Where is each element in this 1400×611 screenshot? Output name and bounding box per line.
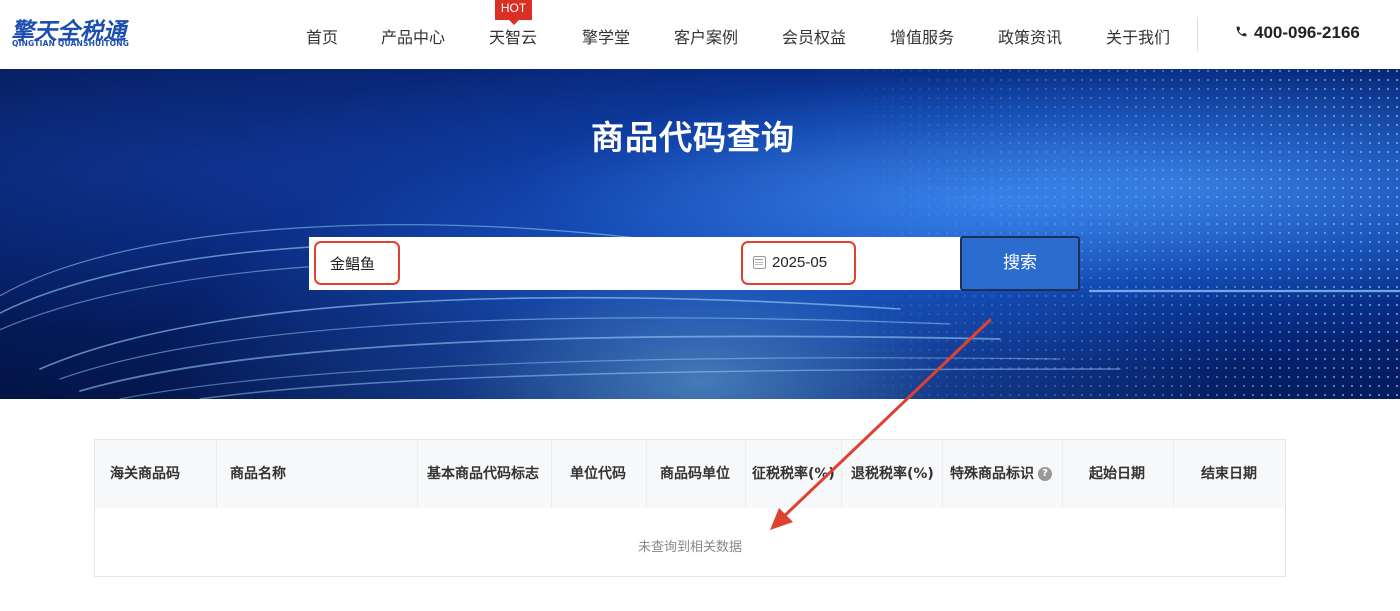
column-divider [216,440,217,508]
nav-item-about[interactable]: 关于我们 [1106,24,1170,48]
column-header: 退税税率(%) [851,466,934,482]
column-divider [417,440,418,508]
column-divider [841,440,842,508]
column-header: 海关商品码 [110,466,180,482]
product-name-input[interactable] [314,241,400,285]
logo-subtitle: QINGTIAN QUANSHUITONG [12,39,130,48]
results-table: 海关商品码 商品名称 基本商品代码标志 单位代码 商品码单位 征税税率(%) 退… [94,439,1286,577]
phone-number[interactable]: 400-096-2166 [1235,23,1360,43]
special-flag-header: 特殊商品标识? [950,440,1052,508]
phone-icon [1235,25,1249,41]
column-header: 单位代码 [570,466,626,482]
column-divider [1173,440,1174,508]
search-bar: 2025-05 [309,237,961,290]
hero-banner: 商品代码查询 2025-05 搜索 [0,69,1400,399]
column-header: 特殊商品标识 [950,466,1034,482]
help-icon[interactable]: ? [1038,467,1052,481]
logo[interactable]: 擎天全税通 QINGTIAN QUANSHUITONG [11,12,141,52]
hot-badge: HOT [495,0,532,25]
column-divider [745,440,746,508]
column-divider [551,440,552,508]
date-value: 2025-05 [772,254,828,271]
column-divider [942,440,943,508]
column-header: 商品名称 [230,466,286,482]
nav-item-value-added[interactable]: 增值服务 [890,24,954,48]
table-header: 海关商品码 商品名称 基本商品代码标志 单位代码 商品码单位 征税税率(%) 退… [95,440,1285,508]
column-header: 商品码单位 [660,466,730,482]
date-picker[interactable]: 2025-05 [741,241,856,285]
column-header: 征税税率(%) [752,466,835,482]
calendar-icon [753,256,766,269]
site-header: 擎天全税通 QINGTIAN QUANSHUITONG 首页 产品中心 天智云 … [0,0,1400,69]
column-header: 基本商品代码标志 [427,466,539,482]
column-divider [646,440,647,508]
column-divider [1062,440,1063,508]
phone-text: 400-096-2166 [1254,23,1360,42]
nav-item-products[interactable]: 产品中心 [381,24,445,48]
page-title: 商品代码查询 [591,118,795,157]
nav-item-home[interactable]: 首页 [306,24,338,48]
empty-message: 未查询到相关数据 [637,540,742,555]
nav-item-tianzhiyun[interactable]: 天智云 [489,24,537,48]
header-divider [1197,17,1198,51]
nav-item-membership[interactable]: 会员权益 [782,24,846,48]
search-button[interactable]: 搜索 [960,236,1080,291]
nav-item-academy[interactable]: 擎学堂 [582,24,630,48]
column-header: 结束日期 [1201,466,1257,482]
nav-item-policy[interactable]: 政策资讯 [998,24,1062,48]
nav-item-cases[interactable]: 客户案例 [674,24,738,48]
column-header: 起始日期 [1089,466,1145,482]
